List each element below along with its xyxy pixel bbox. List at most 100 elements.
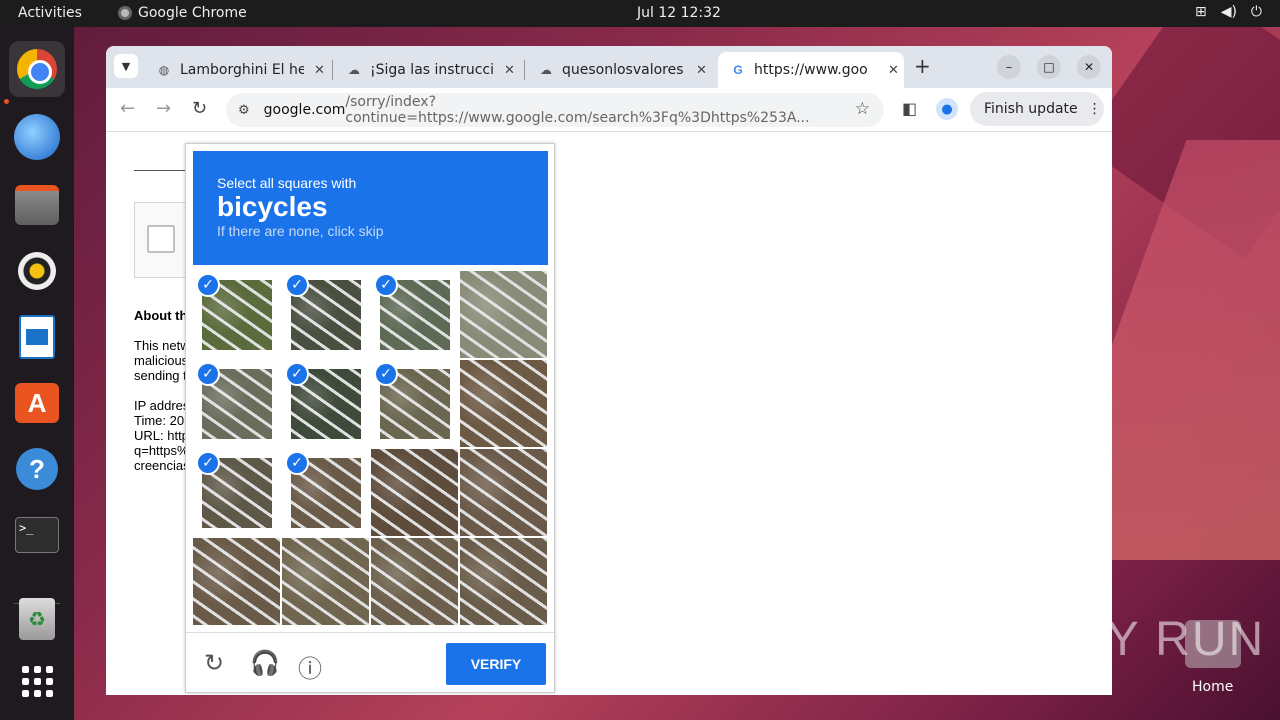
captcha-tile-image — [460, 271, 547, 358]
captcha-tile-image — [371, 538, 458, 625]
dock-thunderbird[interactable] — [9, 109, 65, 165]
tab-3[interactable]: ☁ quesonlosvalores ✕ — [526, 52, 716, 88]
check-icon: ✓ — [285, 362, 309, 386]
forward-button[interactable]: → — [156, 98, 171, 119]
terminal-icon: >_ — [15, 517, 59, 553]
close-icon[interactable]: ✕ — [888, 63, 899, 78]
captcha-tile[interactable]: ✓ — [282, 449, 369, 536]
dock: A ? >_ ♻ — [0, 27, 74, 720]
captcha-tile[interactable] — [282, 538, 369, 625]
captcha-tile[interactable] — [460, 360, 547, 447]
app-center-icon: A — [15, 383, 59, 423]
google-icon: G — [733, 63, 743, 77]
reload-challenge-icon[interactable]: ↻ — [204, 649, 224, 677]
home-folder-label: Home — [1192, 679, 1234, 695]
captcha-tile[interactable]: ✓ — [193, 449, 280, 536]
dock-files[interactable] — [9, 177, 65, 233]
tab-title: Lamborghini El he — [180, 62, 304, 78]
captcha-header: Select all squares with bicycles If ther… — [193, 151, 548, 265]
bookmark-star-icon[interactable]: ☆ — [855, 99, 870, 119]
power-icon: ⏻ — [1250, 4, 1262, 20]
tab-1[interactable]: ◍ Lamborghini El he ✕ — [144, 52, 328, 88]
close-icon[interactable]: ✕ — [314, 63, 325, 78]
finish-update-label: Finish update — [984, 101, 1078, 117]
check-icon: ✓ — [374, 273, 398, 297]
reload-icon: ↻ — [192, 98, 208, 119]
dock-rhythmbox[interactable] — [9, 243, 65, 299]
active-indicator — [4, 99, 9, 104]
plus-icon: + — [914, 54, 931, 78]
check-icon: ✓ — [285, 273, 309, 297]
captcha-grid: ✓ ✓ ✓ ✓ ✓ ✓ ✓ ✓ — [193, 271, 548, 626]
tab-search-button[interactable]: ▼ — [114, 54, 138, 78]
dock-trash[interactable]: ♻ — [9, 591, 65, 647]
apps-grid-icon — [21, 665, 53, 697]
recaptcha-checkbox[interactable] — [147, 225, 175, 253]
dock-show-apps[interactable] — [9, 653, 65, 709]
reload-button[interactable]: ↻ — [192, 98, 207, 119]
captcha-tile[interactable]: ✓ — [193, 271, 280, 358]
check-icon: ✓ — [196, 362, 220, 386]
dock-terminal[interactable]: >_ — [9, 507, 65, 563]
check-icon: ✓ — [285, 451, 309, 475]
tab-4-active[interactable]: G https://www.goo ✕ — [718, 52, 904, 88]
finish-update-button[interactable]: Finish update ⋮ — [970, 92, 1104, 126]
clock[interactable]: Jul 12 12:32 — [637, 5, 721, 21]
captcha-tile[interactable] — [460, 271, 547, 358]
verify-button[interactable]: VERIFY — [446, 643, 546, 685]
captcha-tile[interactable] — [193, 538, 280, 625]
back-button[interactable]: ← — [120, 98, 135, 119]
captcha-tile[interactable] — [371, 449, 458, 536]
profile-avatar[interactable]: ● — [936, 98, 958, 120]
captcha-tile[interactable]: ✓ — [371, 271, 458, 358]
url-host: google.com — [263, 102, 346, 118]
captcha-tile[interactable] — [371, 538, 458, 625]
captcha-tile[interactable]: ✓ — [282, 360, 369, 447]
captcha-tile-image — [460, 538, 547, 625]
chrome-icon — [17, 49, 57, 89]
check-icon: ✓ — [196, 451, 220, 475]
captcha-tile-image — [371, 449, 458, 536]
writer-icon — [19, 315, 55, 359]
close-icon[interactable]: ✕ — [696, 63, 707, 78]
side-panel-icon[interactable]: ◧ — [902, 99, 917, 118]
system-tray[interactable]: ⊞ ◀) ⏻ — [1195, 4, 1262, 20]
tab-title: quesonlosvalores — [562, 62, 684, 78]
tab-title: ¡Siga las instrucci — [370, 62, 494, 78]
app-name: Google Chrome — [138, 5, 247, 21]
info-icon[interactable]: ⓘ — [298, 649, 322, 684]
download-icon: ☁ — [348, 63, 360, 77]
activities-button[interactable]: Activities — [18, 5, 82, 21]
minimize-icon: – — [1006, 60, 1012, 74]
captcha-tile[interactable]: ✓ — [193, 360, 280, 447]
captcha-tile-image — [193, 538, 280, 625]
help-icon: ? — [16, 448, 58, 490]
app-menu[interactable]: Google Chrome — [118, 5, 247, 21]
rhythmbox-icon — [18, 252, 56, 290]
captcha-tile[interactable] — [460, 449, 547, 536]
close-icon[interactable]: ✕ — [504, 63, 515, 78]
close-window-button[interactable]: ✕ — [1077, 55, 1101, 79]
minimize-button[interactable]: – — [997, 55, 1021, 79]
captcha-tile[interactable]: ✓ — [282, 271, 369, 358]
network-icon: ⊞ — [1194, 4, 1207, 20]
download-icon: ☁ — [540, 63, 552, 77]
site-info-icon[interactable]: ⚙ — [238, 103, 250, 118]
arrow-left-icon: ← — [120, 98, 136, 119]
check-icon: ✓ — [374, 362, 398, 386]
dock-app-center[interactable]: A — [9, 375, 65, 431]
captcha-instruction: Select all squares with — [217, 175, 357, 191]
top-bar: Activities Google Chrome Jul 12 12:32 ⊞ … — [0, 0, 1280, 27]
tab-2[interactable]: ☁ ¡Siga las instrucci ✕ — [334, 52, 520, 88]
dock-chrome[interactable] — [9, 41, 65, 97]
dock-writer[interactable] — [9, 309, 65, 365]
headphones-icon[interactable]: 🎧 — [250, 649, 280, 677]
maximize-button[interactable]: □ — [1037, 55, 1061, 79]
captcha-tile[interactable]: ✓ — [371, 360, 458, 447]
captcha-tile[interactable] — [460, 538, 547, 625]
dock-help[interactable]: ? — [9, 441, 65, 497]
new-tab-button[interactable]: + — [914, 54, 931, 78]
captcha-tile-image — [460, 360, 547, 447]
address-bar[interactable]: ⚙ google.com/sorry/index?continue=https:… — [226, 93, 884, 127]
check-icon: ✓ — [196, 273, 220, 297]
